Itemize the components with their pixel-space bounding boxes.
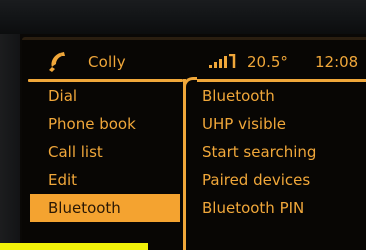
menu-item-edit[interactable]: Edit bbox=[30, 166, 180, 194]
submenu-item-bluetooth-pin[interactable]: Bluetooth PIN bbox=[200, 194, 366, 222]
bluetooth-submenu: Bluetooth UHP visible Start searching Pa… bbox=[200, 82, 366, 222]
menu-item-dial[interactable]: Dial bbox=[30, 82, 180, 110]
temperature-readout: 20.5° bbox=[247, 53, 288, 71]
phone-handset-icon bbox=[49, 52, 65, 72]
menu-item-bluetooth-selected[interactable]: Bluetooth bbox=[30, 194, 180, 222]
menu-column-divider bbox=[183, 79, 186, 250]
submenu-item-paired-devices[interactable]: Paired devices bbox=[200, 166, 366, 194]
submenu-item-bluetooth[interactable]: Bluetooth bbox=[200, 82, 366, 110]
signal-bars-icon bbox=[209, 54, 236, 68]
clock-readout: 12:08 bbox=[315, 53, 359, 71]
status-bar: Colly 20.5° 12:08 bbox=[22, 45, 366, 75]
submenu-item-uhp-visible[interactable]: UHP visible bbox=[200, 110, 366, 138]
menu-item-phone-book[interactable]: Phone book bbox=[30, 110, 180, 138]
menu-item-call-list[interactable]: Call list bbox=[30, 138, 180, 166]
divider-corner bbox=[183, 77, 197, 91]
highlight-strip bbox=[0, 243, 148, 250]
display-screen: Colly 20.5° 12:08 Dial Phone book Call l… bbox=[22, 37, 366, 250]
screen-edge bbox=[22, 37, 366, 40]
device-bezel-top bbox=[0, 0, 366, 34]
phone-main-menu: Dial Phone book Call list Edit Bluetooth bbox=[30, 82, 180, 222]
device-photo: Colly 20.5° 12:08 Dial Phone book Call l… bbox=[0, 0, 366, 250]
device-bezel-left bbox=[0, 34, 20, 250]
caller-name: Colly bbox=[88, 53, 126, 71]
submenu-item-start-searching[interactable]: Start searching bbox=[200, 138, 366, 166]
